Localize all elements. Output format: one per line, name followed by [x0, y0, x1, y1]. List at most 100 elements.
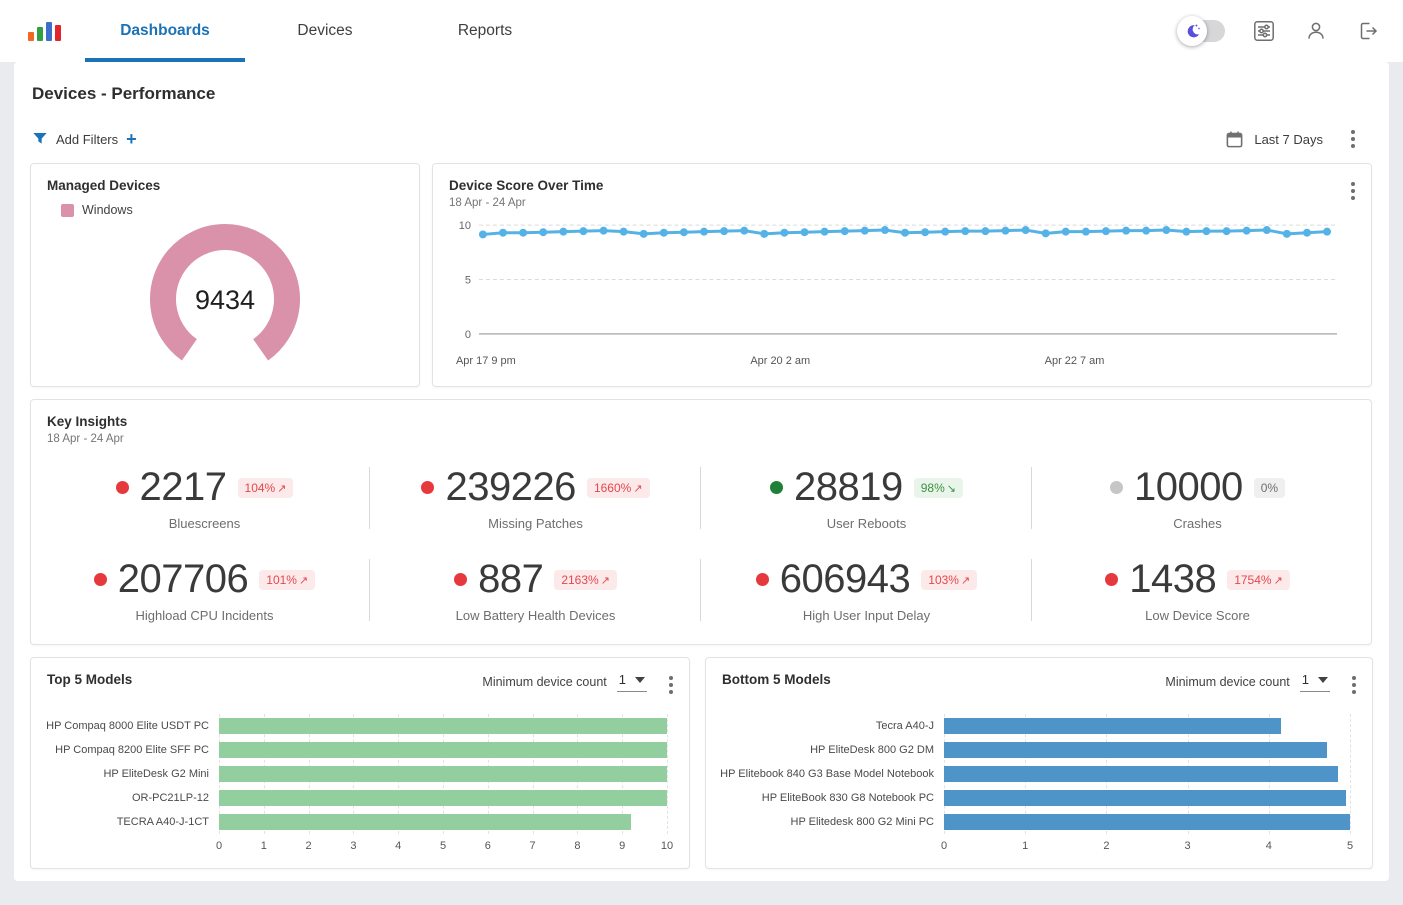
filter-funnel-icon [32, 131, 48, 147]
active-tab-underline [85, 58, 245, 62]
logout-icon[interactable] [1355, 18, 1381, 44]
metric-change-badge: 1660%↗ [587, 478, 650, 498]
metric-status-dot [756, 573, 769, 586]
add-filters-label: Add Filters [56, 132, 118, 147]
metric-status-dot [770, 481, 783, 494]
bar-category-label: HP Compaq 8200 Elite SFF PC [47, 738, 219, 762]
content-panel: Devices - Performance Add Filters + Last… [14, 62, 1389, 881]
page-kebab-menu-icon[interactable] [1347, 126, 1359, 152]
metric-status-dot [94, 573, 107, 586]
x-tick-label: 10 [661, 840, 673, 852]
logo-bar [37, 27, 43, 41]
metric-missing-patches: 2392261660%↗Missing Patches [370, 452, 701, 544]
card-title: Bottom 5 Models [722, 672, 1165, 687]
metric-label: Low Device Score [1145, 608, 1250, 623]
x-tick-label: 6 [485, 840, 491, 852]
screen: Dashboards Devices Reports [0, 0, 1403, 905]
min-count-value: 1 [619, 672, 626, 687]
top-nav: Dashboards Devices Reports [0, 0, 1403, 62]
x-axis: 012345678910 [219, 834, 667, 854]
metric-change-badge: 103%↗ [921, 570, 977, 590]
metric-value: 1438 [1129, 557, 1216, 602]
x-tick-label: 9 [619, 840, 625, 852]
metric-crashes: 10000 0% Crashes [1032, 452, 1363, 544]
x-axis: 012345 [944, 834, 1350, 854]
bar-category-label: HP Compaq 8000 Elite USDT PC [47, 714, 219, 738]
metric-label: Bluescreens [169, 516, 241, 531]
metric-change-badge: 0% [1254, 478, 1285, 498]
min-count-label: Minimum device count [482, 675, 606, 689]
user-icon[interactable] [1303, 18, 1329, 44]
x-tick-label: 2 [306, 840, 312, 852]
bar-category-label: Tecra A40-J [722, 714, 944, 738]
card-subtitle: 18 Apr - 24 Apr [47, 433, 1355, 445]
chevron-down-icon [1318, 677, 1328, 683]
bar [944, 742, 1327, 758]
tab-label: Reports [458, 22, 512, 39]
date-range-button[interactable]: Last 7 Days [1225, 130, 1323, 149]
svg-text:10: 10 [459, 220, 471, 232]
tab-devices[interactable]: Devices [245, 0, 405, 62]
x-tick-label: 8 [574, 840, 580, 852]
filter-bar: Add Filters + Last 7 Days [32, 126, 1359, 152]
bottom-models-card: Bottom 5 Models Minimum device count 1 T… [705, 657, 1373, 869]
device-score-chart: 1050Apr 17 9 pmApr 20 2 amApr 22 7 am [449, 216, 1355, 378]
bar-labels-column: HP Compaq 8000 Elite USDT PCHP Compaq 82… [47, 714, 219, 858]
card-title: Managed Devices [47, 178, 403, 193]
metric-low-battery-health-devices: 8872163%↗Low Battery Health Devices [370, 544, 701, 636]
device-score-card: Device Score Over Time 18 Apr - 24 Apr 1… [432, 163, 1372, 387]
bar-category-label: OR-PC21LP-12 [47, 786, 219, 810]
metric-value: 887 [478, 557, 543, 602]
metric-label: Crashes [1173, 516, 1221, 531]
bar [219, 766, 667, 782]
svg-text:Apr 22 7 am: Apr 22 7 am [1045, 355, 1105, 367]
bar [219, 790, 667, 806]
gridline [667, 714, 668, 834]
metric-label: High User Input Delay [803, 608, 930, 623]
tab-dashboards[interactable]: Dashboards [85, 0, 245, 62]
card-title: Key Insights [47, 414, 1355, 429]
bar-category-label: HP EliteDesk G2 Mini [47, 762, 219, 786]
metric-change-badge: 1754%↗ [1227, 570, 1290, 590]
tab-reports[interactable]: Reports [405, 0, 565, 62]
card-kebab-menu-icon[interactable] [1347, 178, 1359, 204]
bar [944, 766, 1338, 782]
metric-bluescreens: 2217104%↗Bluescreens [39, 452, 370, 544]
metric-label: User Reboots [827, 516, 906, 531]
key-insights-card: Key Insights 18 Apr - 24 Apr 2217104%↗Bl… [30, 399, 1372, 645]
bar-category-label: HP EliteBook 830 G8 Notebook PC [722, 786, 944, 810]
x-tick-label: 2 [1103, 840, 1109, 852]
min-device-count-select[interactable]: Minimum device count 1 [482, 672, 647, 692]
x-tick-label: 4 [395, 840, 401, 852]
metric-value: 606943 [780, 557, 910, 602]
x-tick-label: 0 [216, 840, 222, 852]
bar-plot-area [219, 714, 667, 834]
page-title: Devices - Performance [32, 84, 215, 104]
bar-category-label: HP Elitebook 840 G3 Base Model Notebook [722, 762, 944, 786]
legend[interactable]: Windows [61, 203, 403, 217]
add-filters-button[interactable]: Add Filters + [32, 131, 137, 147]
bottom-models-chart: Tecra A40-JHP EliteDesk 800 G2 DMHP Elit… [722, 714, 1350, 858]
bar-category-label: HP EliteDesk 800 G2 DM [722, 738, 944, 762]
display-preferences-icon[interactable] [1251, 18, 1277, 44]
x-tick-label: 5 [440, 840, 446, 852]
metric-change-badge: 104%↗ [238, 478, 294, 498]
calendar-icon [1225, 130, 1244, 149]
card-kebab-menu-icon[interactable] [665, 672, 677, 698]
top-models-card: Top 5 Models Minimum device count 1 HP C… [30, 657, 690, 869]
legend-label: Windows [82, 203, 133, 217]
x-tick-label: 3 [1185, 840, 1191, 852]
card-kebab-menu-icon[interactable] [1348, 672, 1360, 698]
app-logo-icon[interactable] [28, 21, 61, 41]
dark-mode-toggle[interactable] [1179, 20, 1225, 42]
gauge-value: 9434 [125, 285, 325, 316]
key-insights-grid: 2217104%↗Bluescreens2392261660%↗Missing … [39, 452, 1363, 636]
metric-label: Missing Patches [488, 516, 583, 531]
bar [219, 742, 667, 758]
metric-low-device-score: 1438 1754%↗ Low Device Score [1032, 544, 1363, 636]
logo-bar [28, 32, 34, 41]
min-device-count-select[interactable]: Minimum device count 1 [1165, 672, 1330, 692]
metric-highload-cpu-incidents: 207706101%↗Highload CPU Incidents [39, 544, 370, 636]
tab-label: Dashboards [120, 22, 210, 39]
metric-value: 10000 [1134, 465, 1243, 510]
